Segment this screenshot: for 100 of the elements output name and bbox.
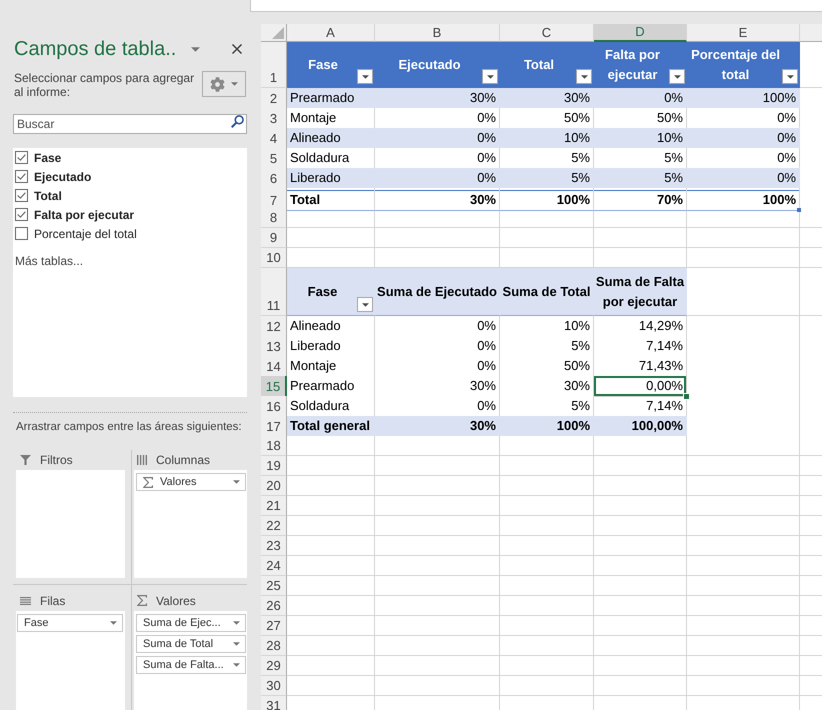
table-cell: 0%: [687, 148, 800, 168]
caret-down-icon[interactable]: [233, 663, 240, 667]
pivot-cell: 14,29%: [594, 316, 687, 336]
row-header[interactable]: 29: [261, 656, 287, 676]
row-header[interactable]: 11: [261, 268, 287, 316]
table-cell: Prearmado: [287, 88, 375, 108]
filter-dropdown-button[interactable]: [357, 297, 373, 312]
field-pill[interactable]: Suma de Total: [136, 635, 246, 653]
checkbox[interactable]: [15, 208, 28, 221]
corner-triangle-icon: [272, 27, 284, 39]
row-header[interactable]: 25: [261, 576, 287, 596]
table-resize-handle[interactable]: [797, 208, 801, 212]
caret-down-icon[interactable]: [233, 621, 240, 625]
more-tables-link[interactable]: Más tablas...: [15, 254, 84, 268]
pivot-cell: 100,00%: [594, 416, 687, 436]
column-header[interactable]: D: [594, 24, 687, 42]
pivot-cell: 50%: [500, 356, 594, 376]
row-header[interactable]: 26: [261, 596, 287, 616]
checkbox[interactable]: [15, 151, 28, 164]
pivot-cell: 100%: [500, 416, 594, 436]
close-icon[interactable]: [232, 44, 242, 54]
filter-dropdown-button[interactable]: [482, 69, 498, 84]
table-cell: 0%: [687, 128, 800, 148]
row-header[interactable]: 16: [261, 396, 287, 416]
row-header[interactable]: 17: [261, 416, 287, 436]
table-cell: 70%: [594, 188, 687, 210]
caret-down-icon: [674, 74, 680, 78]
fill-handle[interactable]: [683, 392, 690, 400]
filter-dropdown-button[interactable]: [782, 69, 798, 84]
caret-down-icon[interactable]: [233, 642, 240, 646]
row-header[interactable]: 15: [261, 376, 287, 396]
field-pill[interactable]: Fase: [17, 614, 123, 632]
gear-icon: [210, 76, 225, 92]
column-header[interactable]: E: [687, 24, 800, 42]
caret-down-icon: [580, 74, 588, 78]
filter-dropdown-button[interactable]: [357, 69, 373, 84]
row-header[interactable]: 1: [261, 42, 287, 88]
caret-down-icon[interactable]: [191, 46, 200, 52]
field-label[interactable]: Porcentaje del total: [34, 226, 137, 240]
field-pill[interactable]: Suma de Ejec...: [136, 614, 246, 632]
field-pill[interactable]: Valores: [136, 473, 246, 491]
column-header[interactable]: C: [500, 24, 594, 42]
row-header[interactable]: 13: [261, 336, 287, 356]
row-header[interactable]: 9: [261, 228, 287, 248]
checkbox[interactable]: [15, 227, 28, 240]
filter-dropdown-button[interactable]: [576, 69, 592, 84]
column-header[interactable]: A: [287, 24, 375, 42]
row-header[interactable]: 10: [261, 248, 287, 268]
header-text: Fase: [306, 282, 338, 300]
row-header[interactable]: 5: [261, 148, 287, 168]
row-header[interactable]: 2: [261, 88, 287, 108]
row-header[interactable]: 18: [261, 436, 287, 456]
sigma-icon: [143, 476, 153, 488]
caret-down-icon: [231, 82, 238, 86]
checkbox[interactable]: [15, 170, 28, 183]
caret-down-icon[interactable]: [110, 621, 117, 625]
settings-button[interactable]: [202, 71, 246, 97]
row-header[interactable]: 8: [261, 208, 287, 228]
filter-dropdown-button[interactable]: [669, 69, 685, 84]
area-title: Columnas: [156, 453, 210, 467]
row-header[interactable]: 21: [261, 496, 287, 516]
field-label[interactable]: Ejecutado: [34, 170, 92, 184]
area-title: Valores: [156, 594, 196, 608]
field-label[interactable]: Falta por ejecutar: [34, 208, 134, 222]
check-icon: [17, 154, 26, 161]
caret-down-icon: [362, 74, 368, 78]
row-header[interactable]: 6: [261, 168, 287, 188]
row-header[interactable]: 28: [261, 636, 287, 656]
row-header[interactable]: 24: [261, 556, 287, 576]
row-header[interactable]: 19: [261, 456, 287, 476]
row-header[interactable]: 22: [261, 516, 287, 536]
row-header[interactable]: 12: [261, 316, 287, 336]
row-header[interactable]: 14: [261, 356, 287, 376]
row-header[interactable]: 3: [261, 108, 287, 128]
area-title: Filtros: [40, 453, 73, 467]
search-field[interactable]: Buscar: [13, 114, 247, 134]
field-label[interactable]: Fase: [34, 150, 62, 164]
column-header[interactable]: B: [375, 24, 500, 42]
field-label[interactable]: Total: [34, 188, 62, 202]
table-cell: Total: [287, 188, 375, 210]
formula-bar-field[interactable]: [250, 0, 822, 12]
table-cell: Alineado: [287, 128, 375, 148]
table-cell: 5%: [500, 148, 594, 168]
table-cell: 5%: [594, 148, 687, 168]
row-header[interactable]: 27: [261, 616, 287, 636]
caret-down-icon[interactable]: [233, 480, 240, 484]
pivot-cell: 5%: [500, 336, 594, 356]
pivot-cell: 30%: [375, 376, 500, 396]
checkbox[interactable]: [15, 189, 28, 202]
pivot-cell: Total general: [287, 416, 375, 436]
row-header[interactable]: 30: [261, 676, 287, 696]
row-header[interactable]: 31: [261, 696, 287, 710]
field-pill[interactable]: Suma de Falta...: [136, 656, 246, 674]
rows-icon: [20, 596, 31, 604]
pivot-cell: 0%: [375, 396, 500, 416]
search-icon[interactable]: [231, 115, 244, 128]
row-header[interactable]: 23: [261, 536, 287, 556]
row-header[interactable]: 20: [261, 476, 287, 496]
header-text: Suma de Falta por ejecutar: [595, 272, 685, 311]
row-header[interactable]: 4: [261, 128, 287, 148]
